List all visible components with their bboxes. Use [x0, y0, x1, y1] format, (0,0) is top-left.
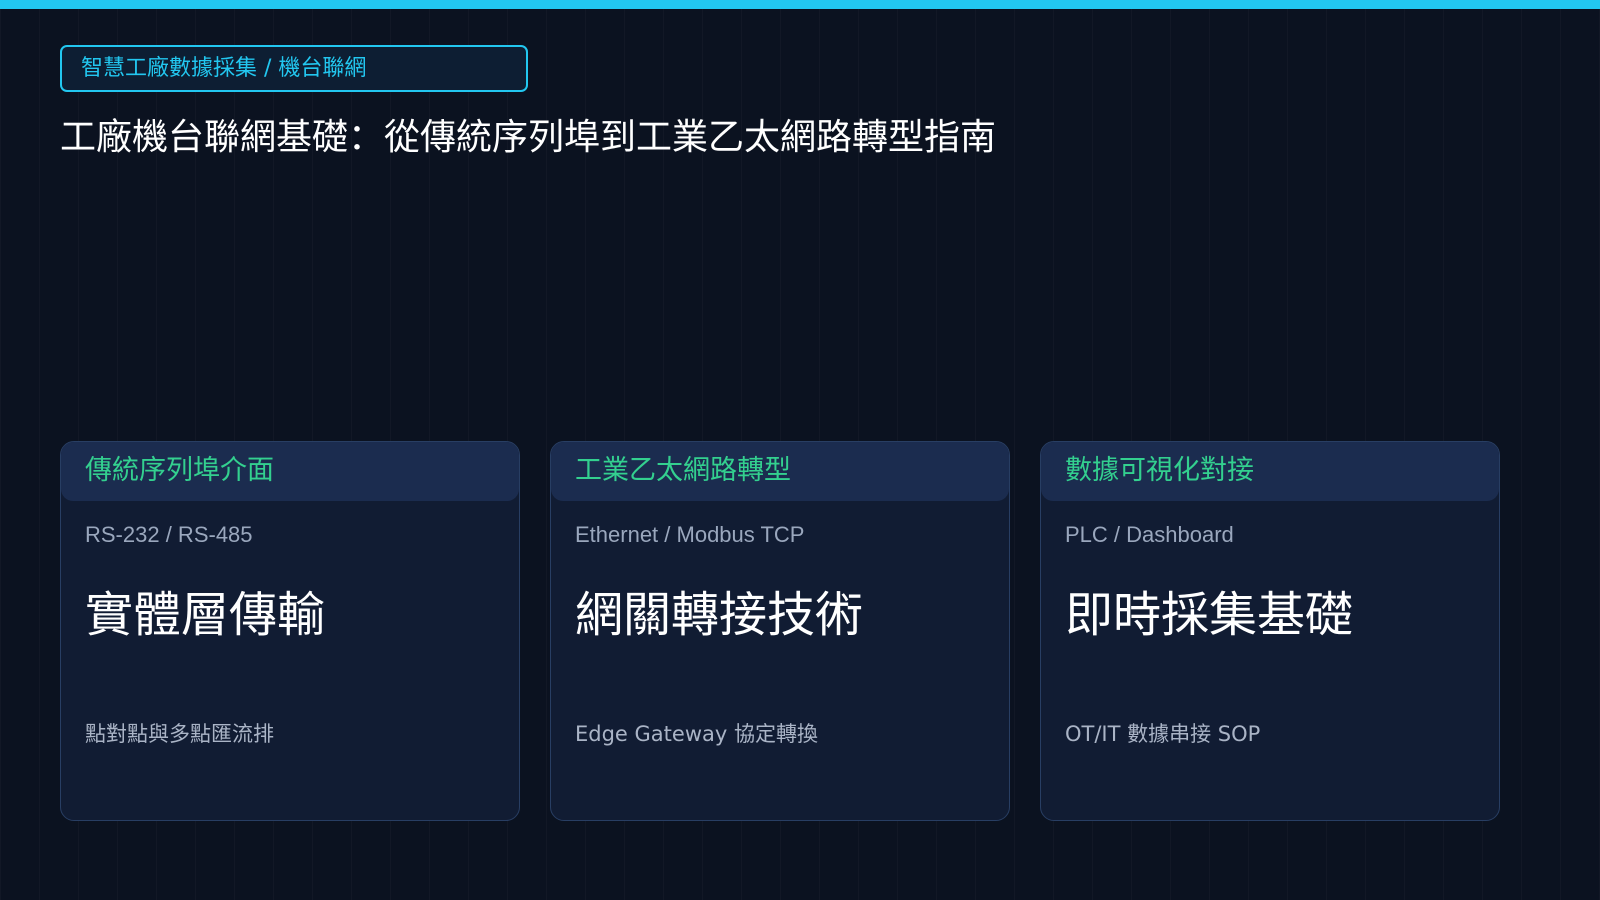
card-header: 數據可視化對接: [1041, 442, 1499, 501]
card-serial-interface: 傳統序列埠介面 RS-232 / RS-485 實體層傳輸 點對點與多點匯流排: [60, 441, 520, 821]
top-accent-bar: [0, 0, 1600, 9]
card-header: 傳統序列埠介面: [61, 442, 519, 501]
card-subtitle: RS-232 / RS-485: [85, 522, 253, 547]
card-subtitle: PLC / Dashboard: [1065, 522, 1234, 547]
card-header: 工業乙太網路轉型: [551, 442, 1009, 501]
card-subtitle: Ethernet / Modbus TCP: [575, 522, 805, 547]
card-heading: 實體層傳輸: [85, 587, 326, 643]
page-title: 工廠機台聯網基礎：從傳統序列埠到工業乙太網路轉型指南: [60, 117, 997, 158]
category-badge: 智慧工廠數據採集 / 機台聯網: [60, 45, 528, 92]
card-heading: 網關轉接技術: [575, 587, 864, 643]
card-description: 點對點與多點匯流排: [85, 722, 274, 746]
card-description: OT/IT 數據串接 SOP: [1065, 722, 1261, 746]
card-description: Edge Gateway 協定轉換: [575, 722, 818, 746]
card-ethernet-transition: 工業乙太網路轉型 Ethernet / Modbus TCP 網關轉接技術 Ed…: [550, 441, 1010, 821]
card-heading: 即時採集基礎: [1065, 587, 1354, 643]
card-data-visualization: 數據可視化對接 PLC / Dashboard 即時採集基礎 OT/IT 數據串…: [1040, 441, 1500, 821]
